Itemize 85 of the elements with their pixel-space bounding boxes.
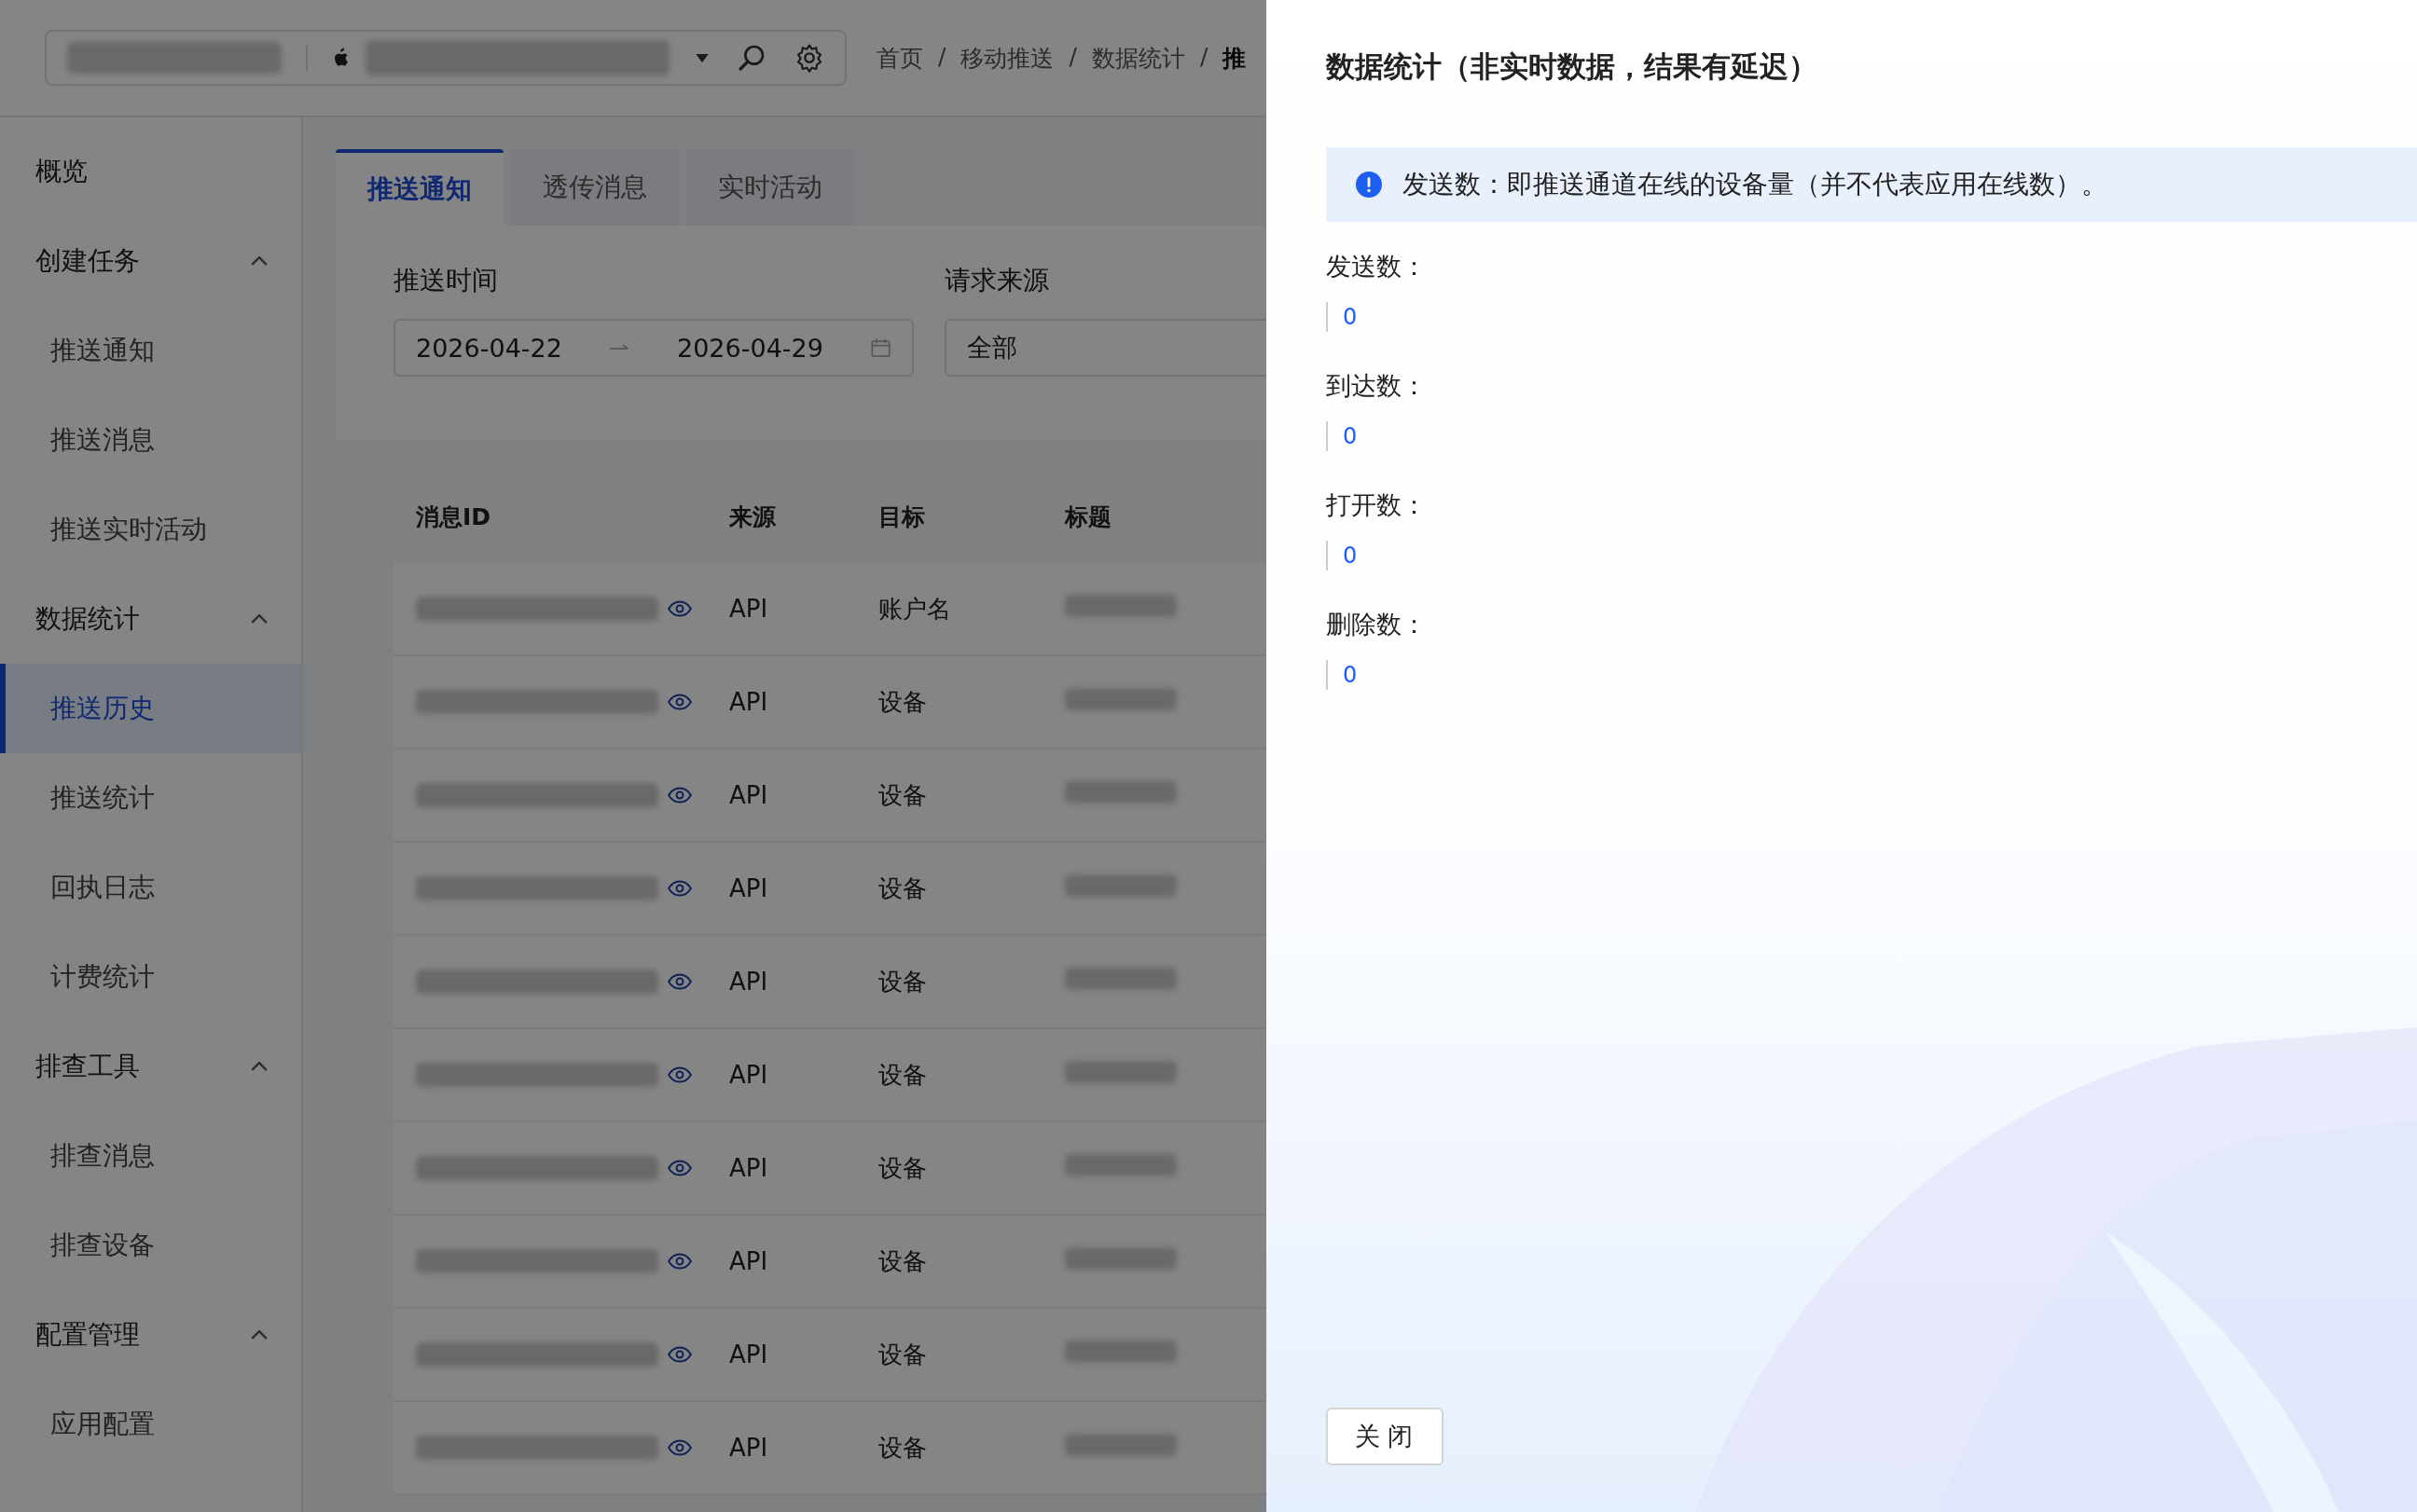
stat-label: 删除数： xyxy=(1326,609,1428,640)
table-cell-text: API xyxy=(729,781,769,809)
tab[interactable]: 透传消息 xyxy=(511,149,679,226)
tab[interactable]: 实时活动 xyxy=(686,149,854,226)
eye-icon[interactable] xyxy=(668,787,692,804)
sidebar-item[interactable]: 推送实时活动 xyxy=(0,485,301,574)
eye-icon[interactable] xyxy=(668,1066,692,1083)
table-cell-text: API xyxy=(729,595,769,623)
close-button[interactable]: 关闭 xyxy=(1326,1408,1443,1465)
table-cell-text: API xyxy=(729,1434,769,1462)
sidebar-item[interactable]: 推送统计 xyxy=(0,753,301,843)
eye-icon[interactable] xyxy=(668,1346,692,1363)
group-label: 配置管理 xyxy=(35,1318,140,1352)
column-header: 来源 xyxy=(729,502,777,532)
sidebar-item[interactable]: 推送通知 xyxy=(0,306,301,395)
eye-icon[interactable] xyxy=(668,880,692,897)
drawer-title: 数据统计（非实时数据，结果有延迟） xyxy=(1326,48,1818,85)
stat-value: 0 xyxy=(1326,421,2417,451)
table-cell-text: 账户名 xyxy=(878,593,952,625)
table-cell-text: 设备 xyxy=(878,1245,928,1277)
breadcrumb-link[interactable]: 推 xyxy=(1222,42,1247,74)
stat-value: 0 xyxy=(1326,541,2417,570)
stat-label: 打开数： xyxy=(1326,489,1428,521)
sidebar-item[interactable]: 排查消息 xyxy=(0,1111,301,1201)
eye-icon[interactable] xyxy=(668,600,692,617)
column-header: 标题 xyxy=(1065,502,1112,532)
eye-icon[interactable] xyxy=(668,973,692,990)
breadcrumb-separator: / xyxy=(938,42,946,72)
settings-icon[interactable] xyxy=(794,43,824,73)
filter-label: 推送时间 xyxy=(394,264,499,297)
eye-icon[interactable] xyxy=(668,694,692,710)
stat-label: 到达数： xyxy=(1326,370,1428,402)
table-cell-text: 设备 xyxy=(878,779,928,811)
breadcrumb-link[interactable]: 首页 xyxy=(877,42,923,74)
group-label: 数据统计 xyxy=(35,602,140,636)
source-select[interactable]: 全部 xyxy=(945,319,1266,377)
tab[interactable]: 推送通知 xyxy=(336,149,504,226)
sidebar-item[interactable]: 推送历史 xyxy=(0,664,301,753)
table-cell-text: 设备 xyxy=(878,966,928,997)
breadcrumb-link[interactable]: 移动推送 xyxy=(960,42,1055,74)
table-cell-text: API xyxy=(729,1061,769,1089)
sidebar-item[interactable]: 计费统计 xyxy=(0,932,301,1022)
group-label: 创建任务 xyxy=(35,244,140,278)
sidebar-item[interactable]: 推送消息 xyxy=(0,395,301,485)
sidebar-item[interactable]: 回执日志 xyxy=(0,843,301,932)
eye-icon[interactable] xyxy=(668,1439,692,1456)
table-cell-text: 设备 xyxy=(878,1432,928,1464)
group-label: 排查工具 xyxy=(35,1050,140,1083)
sidebar-item[interactable]: 概览 xyxy=(0,127,301,216)
stat-label: 发送数： xyxy=(1326,251,1428,282)
breadcrumb-link[interactable]: 数据统计 xyxy=(1091,42,1185,74)
table-cell-text: 设备 xyxy=(878,1152,928,1184)
sidebar-item[interactable]: 应用配置 xyxy=(0,1380,301,1469)
stat-value: 0 xyxy=(1326,660,2417,690)
table-cell-text: API xyxy=(729,1340,769,1368)
table-cell-text: API xyxy=(729,1154,769,1182)
caret-icon xyxy=(696,53,709,62)
sidebar-group[interactable]: 配置管理 xyxy=(0,1290,301,1380)
column-header: 目标 xyxy=(878,502,926,532)
date-range-field[interactable]: 2026-04-22 2026-04-29 xyxy=(394,319,914,377)
info-icon xyxy=(1356,172,1382,198)
table-cell-text: 设备 xyxy=(878,686,928,718)
eye-icon[interactable] xyxy=(668,1253,692,1270)
table-cell-text: API xyxy=(729,1247,769,1275)
filter-label: 请求来源 xyxy=(945,264,1050,297)
breadcrumb-separator: / xyxy=(1069,42,1077,72)
alert-text: 发送数：即推送通道在线的设备量（并不代表应用在线数）。 xyxy=(1402,168,2107,201)
start-date: 2026-04-22 xyxy=(416,333,562,363)
end-date: 2026-04-29 xyxy=(677,333,823,363)
search-icon[interactable] xyxy=(737,43,767,73)
sidebar-group[interactable]: 排查工具 xyxy=(0,1022,301,1111)
stat-value: 0 xyxy=(1326,302,2417,332)
column-header: 消息ID xyxy=(415,502,492,532)
sidebar-group[interactable]: 创建任务 xyxy=(0,216,301,306)
apple-icon xyxy=(332,48,349,68)
breadcrumb-separator: / xyxy=(1199,42,1208,72)
table-cell-text: 设备 xyxy=(878,873,928,904)
table-cell-text: API xyxy=(729,968,769,996)
sidebar-group[interactable]: 数据统计 xyxy=(0,574,301,664)
eye-icon[interactable] xyxy=(668,1160,692,1176)
table-cell-text: 设备 xyxy=(878,1059,928,1091)
sidebar-item[interactable]: 排查设备 xyxy=(0,1201,301,1290)
table-cell-text: 设备 xyxy=(878,1339,928,1370)
table-cell-text: API xyxy=(729,688,769,716)
table-cell-text: API xyxy=(729,874,769,902)
